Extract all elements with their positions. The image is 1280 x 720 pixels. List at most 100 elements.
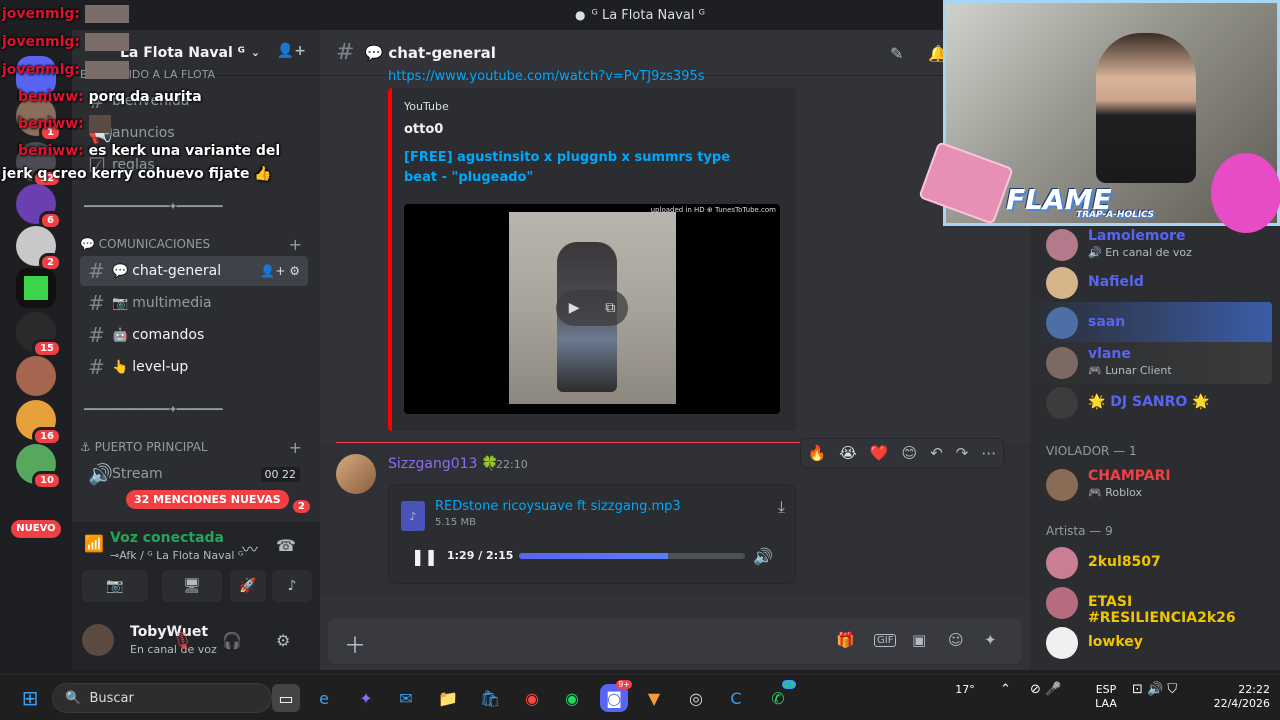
open-external-icon[interactable]: ⧉ bbox=[605, 300, 615, 316]
guild-icon[interactable]: 2 bbox=[16, 226, 62, 272]
windows-start-icon[interactable]: ⊞ bbox=[16, 684, 44, 712]
reaction-sob-icon[interactable]: 😭 bbox=[839, 444, 857, 462]
taskbar-clock[interactable]: 22:22 22/4/2026 bbox=[1204, 683, 1270, 711]
network-volume-icons[interactable]: ⊡ 🔊 ⛉ bbox=[1132, 683, 1177, 697]
mute-mic-icon[interactable]: 🎙 bbox=[172, 631, 192, 650]
activities-button[interactable]: 🚀 bbox=[230, 570, 266, 602]
noise-suppression-icon[interactable]: 〰 bbox=[242, 536, 258, 560]
member-item[interactable]: 2kul8507 bbox=[1030, 542, 1272, 584]
category-comunicaciones[interactable]: 💬 COMUNICACIONES + bbox=[80, 235, 308, 254]
message-author[interactable]: Sizzgang013 🍀 bbox=[388, 456, 499, 472]
avatar bbox=[1046, 229, 1078, 261]
category-puerto-principal[interactable]: ⚓ PUERTO PRINCIPAL + bbox=[80, 438, 308, 457]
gift-icon[interactable]: 🎁 bbox=[836, 631, 855, 649]
add-reaction-icon[interactable]: 😊 bbox=[902, 444, 918, 462]
audio-filename[interactable]: REDstone ricoysuave ft sizzgang.mp3 bbox=[435, 499, 681, 514]
weather-widget[interactable]: 17° bbox=[950, 683, 980, 697]
new-mentions-pill[interactable]: 32 MENCIONES NUEVAS bbox=[126, 490, 289, 509]
member-item[interactable]: lowkey bbox=[1030, 622, 1272, 664]
voice-channel-location[interactable]: ⊸Afk / ᴳ La Flota Naval ᴳ bbox=[110, 549, 243, 562]
input-language[interactable]: ESP LAA bbox=[1092, 683, 1120, 711]
copilot-icon[interactable]: ✦ bbox=[352, 684, 380, 712]
clock-time: 22:22 bbox=[1238, 683, 1270, 696]
app-icon[interactable]: ▼ bbox=[640, 684, 668, 712]
message-link[interactable]: https://www.youtube.com/watch?v=PvTJ9zs3… bbox=[388, 69, 708, 84]
member-item[interactable]: ETASI #RESILIENCIA2k26 bbox=[1030, 582, 1272, 626]
add-channel-icon[interactable]: + bbox=[289, 438, 302, 457]
app-icon[interactable]: ◎ bbox=[682, 684, 710, 712]
new-unread-pill[interactable]: NUEVO bbox=[11, 520, 61, 538]
disconnect-icon[interactable]: ☎ bbox=[276, 536, 296, 555]
guild-icon[interactable]: 15 bbox=[16, 312, 62, 358]
sticker-icon[interactable]: ▣ bbox=[912, 631, 926, 649]
message-composer[interactable]: ＋ 🎁 GIF ▣ ☺ ✦ bbox=[328, 618, 1022, 664]
tray-icons[interactable]: ⊘ 🎤 bbox=[1030, 683, 1061, 697]
guild-icon[interactable]: 16 bbox=[16, 400, 62, 446]
channel-comandos[interactable]: # 🤖 comandos bbox=[80, 320, 308, 350]
channel-title: chat-general bbox=[388, 43, 496, 62]
spotify-icon[interactable]: ◉ bbox=[558, 684, 586, 712]
member-item[interactable]: Nafield bbox=[1030, 262, 1272, 304]
gif-icon[interactable]: GIF bbox=[874, 634, 897, 647]
member-item[interactable]: vlane 🎮 Lunar Client bbox=[1030, 342, 1272, 384]
pause-icon[interactable]: ❚❚ bbox=[411, 547, 438, 566]
play-icon[interactable]: ▶ bbox=[569, 300, 580, 316]
channel-level-up[interactable]: # 👆 level-up bbox=[80, 352, 308, 382]
audio-progress-bar[interactable] bbox=[519, 553, 745, 559]
channel-stream[interactable]: 🔊 Stream 00 22 bbox=[80, 459, 308, 489]
guild-icon[interactable]: 10 bbox=[16, 444, 62, 490]
channel-multimedia[interactable]: # 📷 multimedia bbox=[80, 288, 308, 318]
reaction-fire-icon[interactable]: 🔥 bbox=[808, 444, 827, 462]
whatsapp-icon[interactable]: ✆ 19 bbox=[764, 680, 796, 712]
guild-icon[interactable] bbox=[16, 268, 56, 308]
upload-plus-icon[interactable]: ＋ bbox=[344, 628, 366, 660]
avatar[interactable] bbox=[82, 624, 114, 656]
channel-settings-icon[interactable]: 👤+ ⚙ bbox=[260, 264, 300, 278]
camera-button[interactable]: 📷 bbox=[82, 570, 148, 602]
member-item[interactable]: 🌟 DJ SANRO 🌟 bbox=[1030, 382, 1272, 424]
discord-taskbar-icon[interactable]: ◙ 9+ bbox=[600, 680, 632, 712]
member-item[interactable]: CHAMPARI 🎮 Roblox bbox=[1030, 464, 1272, 506]
edge-icon[interactable]: e bbox=[310, 684, 338, 712]
author-name[interactable]: Sizzgang013 bbox=[388, 456, 477, 472]
embed-provider[interactable]: YouTube bbox=[404, 100, 449, 113]
avatar bbox=[1046, 387, 1078, 419]
screenshare-button[interactable]: 🖥 bbox=[162, 570, 222, 602]
chrome-icon[interactable]: ◉ bbox=[518, 684, 546, 712]
file-explorer-icon[interactable]: 📁 bbox=[434, 684, 462, 712]
channel-chat-general[interactable]: # 💬 chat-general 👤+ ⚙ bbox=[80, 256, 308, 286]
voice-user-count: 00 22 bbox=[260, 466, 300, 482]
download-icon[interactable]: ⤓ bbox=[778, 497, 785, 517]
outlook-icon[interactable]: ✉ bbox=[392, 684, 420, 712]
reaction-heart-icon[interactable]: ❤️ bbox=[870, 444, 889, 462]
task-view-icon[interactable]: ▭ bbox=[272, 684, 300, 712]
settings-gear-icon[interactable]: ⚙ bbox=[276, 631, 290, 650]
app-icon[interactable]: C bbox=[722, 684, 750, 712]
signal-icon[interactable]: 📶 bbox=[84, 534, 104, 553]
soundboard-icon: ♪ bbox=[287, 578, 297, 594]
embed-video[interactable]: uploaded in HD ⊕ TunesToTube.com ▶ ⧉ bbox=[404, 204, 780, 414]
soundboard-button[interactable]: ♪ bbox=[272, 570, 312, 602]
avatar bbox=[1046, 587, 1078, 619]
tray-chevron-icon[interactable]: ⌃ bbox=[1000, 683, 1011, 697]
taskbar-search[interactable]: 🔍 Buscar bbox=[52, 683, 272, 713]
forward-icon[interactable]: ↷ bbox=[956, 444, 969, 462]
store-icon[interactable]: 🛍 bbox=[476, 684, 504, 712]
invite-people-icon[interactable]: 👤+ bbox=[277, 43, 306, 59]
apps-icon[interactable]: ✦ bbox=[984, 631, 997, 649]
reply-icon[interactable]: ↶ bbox=[930, 444, 943, 462]
embed-title[interactable]: [FREE] agustinsito x pluggnb x summrs ty… bbox=[404, 148, 764, 188]
volume-icon[interactable]: 🔊 bbox=[753, 547, 773, 566]
threads-icon[interactable]: ✎ bbox=[890, 44, 903, 63]
avatar[interactable] bbox=[336, 454, 376, 494]
more-options-icon[interactable]: ⋯ bbox=[981, 444, 996, 462]
chat-area: # 💬 chat-general ✎ 🔔 https://www.youtube… bbox=[320, 30, 1030, 670]
member-name: lowkey bbox=[1088, 634, 1143, 650]
deafen-icon[interactable]: 🎧 bbox=[222, 631, 242, 650]
member-item[interactable]: saan bbox=[1030, 302, 1272, 344]
video-play-controls[interactable]: ▶ ⧉ bbox=[556, 290, 628, 326]
embed-author[interactable]: otto0 bbox=[404, 122, 443, 137]
emoji-icon[interactable]: ☺ bbox=[948, 631, 964, 649]
add-channel-icon[interactable]: + bbox=[289, 235, 302, 254]
guild-icon[interactable] bbox=[16, 356, 56, 396]
